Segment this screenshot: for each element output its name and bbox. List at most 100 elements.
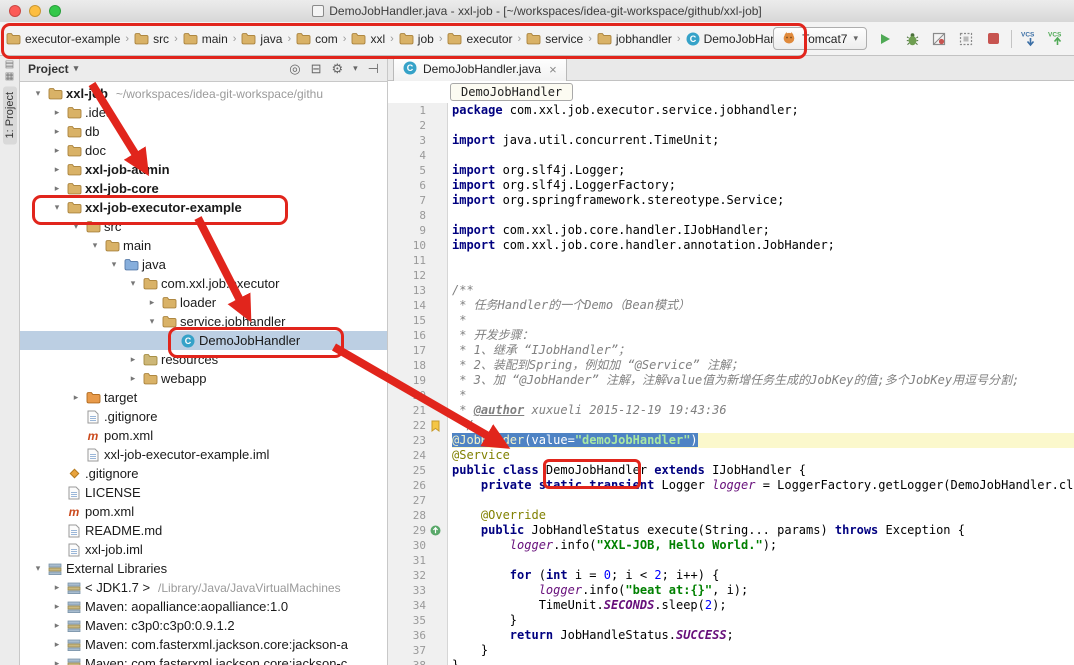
tree-item[interactable]: ▾java bbox=[20, 255, 387, 274]
code-line[interactable]: import com.xxl.job.core.handler.annotati… bbox=[452, 238, 1074, 253]
tree-item[interactable]: ▸Maven: aopalliance:aopalliance:1.0 bbox=[20, 597, 387, 616]
code-line[interactable]: } bbox=[452, 643, 1074, 658]
tree-item[interactable]: ▸Maven: c3p0:c3p0:0.9.1.2 bbox=[20, 616, 387, 635]
code-line[interactable] bbox=[452, 268, 1074, 283]
grid-button[interactable] bbox=[957, 30, 975, 48]
code-line[interactable]: logger.info("XXL-JOB, Hello World."); bbox=[452, 538, 1074, 553]
line-number[interactable]: 32 bbox=[388, 568, 426, 583]
line-number[interactable]: 6 bbox=[388, 178, 426, 193]
tree-item[interactable]: ▾main bbox=[20, 236, 387, 255]
tree-item[interactable]: xxl-job.iml bbox=[20, 540, 387, 559]
bookmark-icon[interactable] bbox=[426, 420, 444, 432]
tree-collapsed-arrow[interactable]: ▸ bbox=[49, 582, 65, 593]
code-line[interactable] bbox=[452, 253, 1074, 268]
tree-item[interactable]: ▾xxl-job-executor-example bbox=[20, 198, 387, 217]
code-line[interactable]: package com.xxl.job.executor.service.job… bbox=[452, 103, 1074, 118]
code-line[interactable] bbox=[452, 118, 1074, 133]
tree-collapsed-arrow[interactable]: ▸ bbox=[125, 354, 141, 365]
tree-item[interactable]: ▾xxl-job~/workspaces/idea-git-workspace/… bbox=[20, 84, 387, 103]
line-number[interactable]: 1 bbox=[388, 103, 426, 118]
code-line[interactable]: * 2、装配到Spring，例如加 “@Service” 注解； bbox=[452, 358, 1074, 373]
breadcrumb-item[interactable]: service bbox=[524, 30, 585, 48]
tree-item[interactable]: ▸loader bbox=[20, 293, 387, 312]
tree-item[interactable]: ▸db bbox=[20, 122, 387, 141]
editor-tab[interactable]: C DemoJobHandler.java × bbox=[393, 56, 567, 81]
tree-collapsed-arrow[interactable]: ▸ bbox=[49, 145, 65, 156]
breadcrumb-item[interactable]: CDemoJobHandler bbox=[684, 30, 774, 48]
tree-item[interactable]: mpom.xml bbox=[20, 502, 387, 521]
tree-item[interactable]: ▸< JDK1.7 >/Library/Java/JavaVirtualMach… bbox=[20, 578, 387, 597]
code-line[interactable]: * @author xuxueli 2015-12-19 19:43:36 bbox=[452, 403, 1074, 418]
code-line[interactable]: */ bbox=[452, 418, 1074, 433]
tree-expanded-arrow[interactable]: ▾ bbox=[144, 316, 160, 327]
code-line[interactable]: * bbox=[452, 313, 1074, 328]
tree-item[interactable]: mpom.xml bbox=[20, 426, 387, 445]
tree-item[interactable]: ▸doc bbox=[20, 141, 387, 160]
tree-expanded-arrow[interactable]: ▾ bbox=[30, 88, 46, 99]
code-line[interactable]: * 1、继承 “IJobHandler”； bbox=[452, 343, 1074, 358]
tree-expanded-arrow[interactable]: ▾ bbox=[49, 202, 65, 213]
tree-item[interactable]: ▸target bbox=[20, 388, 387, 407]
run-button[interactable] bbox=[876, 30, 894, 48]
tree-collapsed-arrow[interactable]: ▸ bbox=[49, 639, 65, 650]
breadcrumb-item[interactable]: jobhandler bbox=[595, 30, 674, 48]
code-line[interactable]: import org.slf4j.LoggerFactory; bbox=[452, 178, 1074, 193]
gear-icon[interactable]: ⚙ bbox=[331, 61, 343, 77]
tree-expanded-arrow[interactable]: ▾ bbox=[30, 563, 46, 574]
line-number[interactable]: 37 bbox=[388, 643, 426, 658]
debug-button[interactable] bbox=[903, 30, 921, 48]
line-number[interactable]: 15 bbox=[388, 313, 426, 328]
line-number[interactable]: 35 bbox=[388, 613, 426, 628]
line-number[interactable]: 27 bbox=[388, 493, 426, 508]
code-line[interactable] bbox=[452, 493, 1074, 508]
line-number[interactable]: 7 bbox=[388, 193, 426, 208]
breadcrumb-item[interactable]: job bbox=[397, 30, 436, 48]
coverage-button[interactable] bbox=[930, 30, 948, 48]
tree-item[interactable]: LICENSE bbox=[20, 483, 387, 502]
line-number[interactable]: 36 bbox=[388, 628, 426, 643]
line-number[interactable]: 22 bbox=[388, 418, 426, 433]
line-number[interactable]: 13 bbox=[388, 283, 426, 298]
tree-item[interactable]: ▸xxl-job-admin bbox=[20, 160, 387, 179]
tree-collapsed-arrow[interactable]: ▸ bbox=[144, 297, 160, 308]
file-breadcrumb[interactable]: DemoJobHandler bbox=[450, 83, 573, 101]
panel-title-dropdown[interactable]: Project ▾ bbox=[28, 62, 78, 76]
code-line[interactable]: /** bbox=[452, 283, 1074, 298]
code-line[interactable]: * 开发步骤： bbox=[452, 328, 1074, 343]
code-line[interactable]: private static transient Logger logger =… bbox=[452, 478, 1074, 493]
close-tab-icon[interactable]: × bbox=[549, 62, 557, 77]
line-number[interactable]: 33 bbox=[388, 583, 426, 598]
line-number[interactable]: 17 bbox=[388, 343, 426, 358]
run-config-selector[interactable]: Tomcat7 ▾ bbox=[773, 27, 867, 50]
code-line[interactable]: public class DemoJobHandler extends IJob… bbox=[452, 463, 1074, 478]
tree-expanded-arrow[interactable]: ▾ bbox=[125, 278, 141, 289]
line-number[interactable]: 28 bbox=[388, 508, 426, 523]
line-number[interactable]: 23 bbox=[388, 433, 426, 448]
code-line[interactable]: import com.xxl.job.core.handler.IJobHand… bbox=[452, 223, 1074, 238]
line-number[interactable]: 18 bbox=[388, 358, 426, 373]
code-line[interactable]: * 3、加 “@JobHander” 注解，注解value值为新增任务生成的Jo… bbox=[452, 373, 1074, 388]
code-line[interactable]: for (int i = 0; i < 2; i++) { bbox=[452, 568, 1074, 583]
tree-item[interactable]: README.md bbox=[20, 521, 387, 540]
breadcrumb-item[interactable]: xxl bbox=[349, 30, 387, 48]
code-line[interactable]: return JobHandleStatus.SUCCESS; bbox=[452, 628, 1074, 643]
tree-expanded-arrow[interactable]: ▾ bbox=[106, 259, 122, 270]
line-number[interactable]: 5 bbox=[388, 163, 426, 178]
line-number[interactable]: 8 bbox=[388, 208, 426, 223]
stripe-icon-2[interactable]: ▦ bbox=[5, 71, 14, 82]
code-line[interactable]: TimeUnit.SECONDS.sleep(2); bbox=[452, 598, 1074, 613]
code-line[interactable] bbox=[452, 208, 1074, 223]
collapse-all-icon[interactable]: ⊟ bbox=[311, 61, 322, 77]
code-line[interactable]: public JobHandleStatus execute(String...… bbox=[452, 523, 1074, 538]
tree-item[interactable]: CDemoJobHandler bbox=[20, 331, 387, 350]
code-line[interactable]: import org.springframework.stereotype.Se… bbox=[452, 193, 1074, 208]
line-number[interactable]: 2 bbox=[388, 118, 426, 133]
breadcrumb-item[interactable]: java bbox=[239, 30, 284, 48]
tree-item[interactable]: .gitignore bbox=[20, 464, 387, 483]
stop-button[interactable] bbox=[984, 30, 1002, 48]
line-number[interactable]: 29 bbox=[388, 523, 426, 538]
code-line[interactable]: logger.info("beat at:{}", i); bbox=[452, 583, 1074, 598]
tree-item[interactable]: ▾src bbox=[20, 217, 387, 236]
vcs-commit-button[interactable]: VCS bbox=[1048, 30, 1066, 48]
line-number[interactable]: 4 bbox=[388, 148, 426, 163]
